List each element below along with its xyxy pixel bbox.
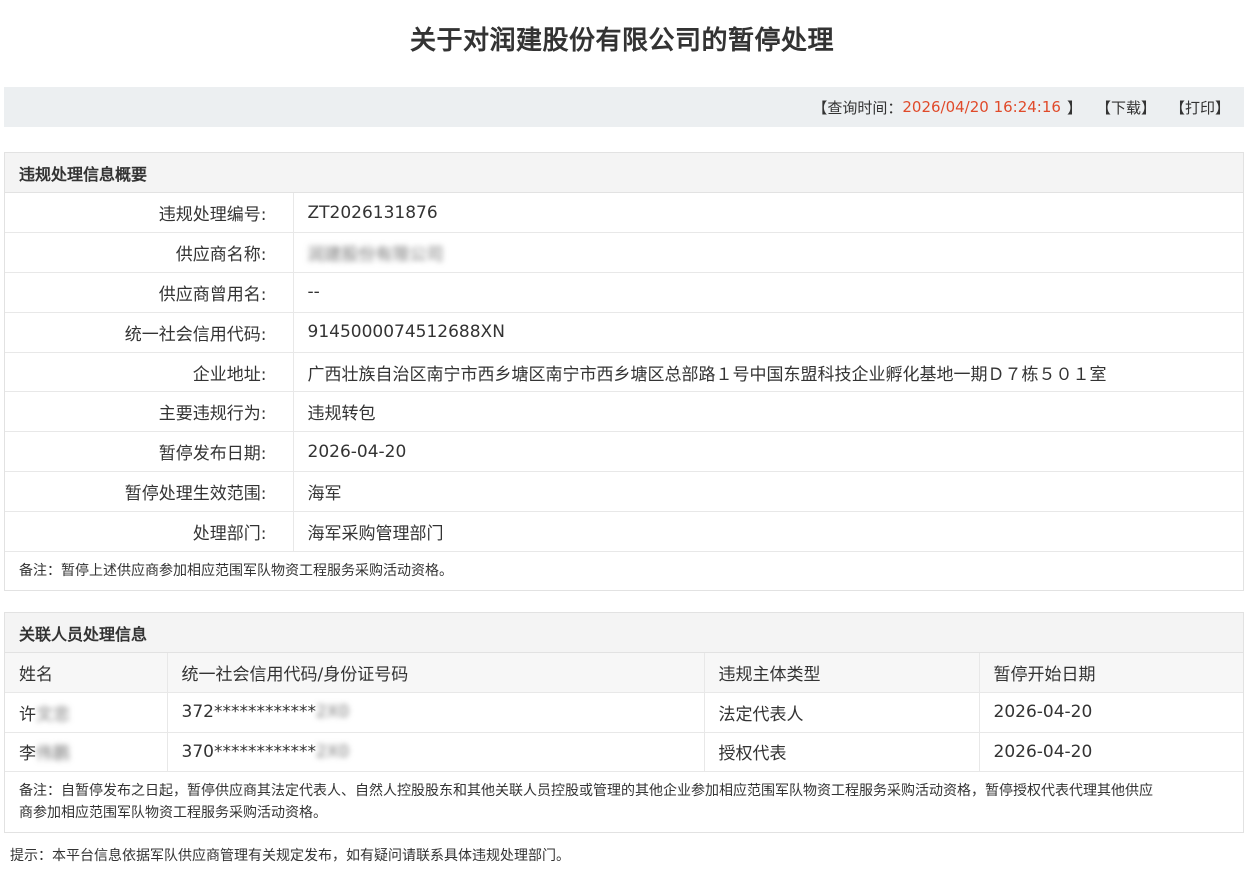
field-label: 暂停发布日期: [5,431,294,473]
field-value: 2026-04-20 [293,431,1243,473]
table-row: 违规处理编号: ZT2026131876 [5,193,1243,234]
column-header: 姓名 [5,653,168,693]
name-blurred: 伟鹏 [36,744,70,765]
column-header: 违规主体类型 [704,653,980,693]
person-id: 372************2X0 [167,692,705,733]
field-label: 暂停处理生效范围: [5,471,294,512]
field-value: 9145000074512688XN [293,312,1243,353]
person-date: 2026-04-20 [979,692,1243,733]
field-value: 润建股份有限公司 [293,232,1243,274]
person-date: 2026-04-20 [979,732,1243,772]
table-row: 暂停发布日期: 2026-04-20 [5,431,1243,473]
persons-header: 关联人员处理信息 [5,613,1243,653]
persons-table: 姓名 统一社会信用代码/身份证号码 违规主体类型 暂停开始日期 许文忠 372*… [5,653,1243,772]
table-row: 处理部门: 海军采购管理部门 [5,511,1243,552]
column-header: 暂停开始日期 [979,653,1243,693]
table-row: 李伟鹏 370************2X0 授权代表 2026-04-20 [5,732,1243,772]
persons-note: 备注：自暂停发布之日起，暂停供应商其法定代表人、自然人控股股东和其他关联人员控股… [19,783,1153,821]
table-row: 统一社会信用代码: 9145000074512688XN [5,312,1243,353]
person-type: 授权代表 [704,732,980,772]
name-blurred: 文忠 [36,704,70,725]
summary-note: 备注：暂停上述供应商参加相应范围军队物资工程服务采购活动资格。 [19,562,453,579]
footer-tip: 提示：本平台信息依据军队供应商管理有关规定发布，如有疑问请联系具体违规处理部门。 [10,848,570,864]
person-name: 李伟鹏 [5,732,168,772]
field-value: 海军采购管理部门 [293,511,1243,552]
person-name: 许文忠 [5,692,168,733]
summary-table: 违规处理编号: ZT2026131876 供应商名称: 润建股份有限公司 供应商… [5,193,1243,552]
person-id: 370************2X0 [167,732,705,772]
person-type: 法定代表人 [704,692,980,733]
table-row: 供应商名称: 润建股份有限公司 [5,232,1243,274]
field-label: 企业地址: [5,352,294,393]
field-value: 海军 [293,471,1243,512]
query-time-value: 2026/04/20 16:24:16 [902,98,1061,116]
field-label: 供应商曾用名: [5,272,294,313]
field-value: -- [293,272,1243,313]
download-link[interactable]: 【下载】 [1096,97,1156,118]
field-label: 供应商名称: [5,232,294,274]
summary-header: 违规处理信息概要 [5,153,1243,193]
summary-section: 违规处理信息概要 违规处理编号: ZT2026131876 供应商名称: 润建股… [4,152,1244,591]
query-time-label: 【查询时间： [812,98,903,117]
query-time-suffix: 】 [1066,98,1082,117]
field-value: 广西壮族自治区南宁市西乡塘区南宁市西乡塘区总部路１号中国东盟科技企业孵化基地一期… [293,352,1243,393]
column-header: 统一社会信用代码/身份证号码 [167,653,705,693]
table-row: 许文忠 372************2X0 法定代表人 2026-04-20 [5,692,1243,733]
id-blurred: 2X0 [315,741,350,762]
field-label: 违规处理编号: [5,193,294,234]
print-link[interactable]: 【打印】 [1170,97,1230,118]
persons-section: 关联人员处理信息 姓名 统一社会信用代码/身份证号码 违规主体类型 暂停开始日期… [4,612,1244,833]
supplier-name-blurred: 润建股份有限公司 [307,245,444,266]
field-label: 主要违规行为: [5,391,294,433]
field-label: 处理部门: [5,511,294,552]
field-label: 统一社会信用代码: [5,312,294,353]
table-header-row: 姓名 统一社会信用代码/身份证号码 违规主体类型 暂停开始日期 [5,653,1243,693]
id-blurred: 2X0 [315,702,350,723]
table-row: 主要违规行为: 违规转包 [5,391,1243,433]
table-row: 暂停处理生效范围: 海军 [5,471,1243,512]
field-value: 违规转包 [293,391,1243,433]
field-value: ZT2026131876 [293,193,1243,234]
page-title: 关于对润建股份有限公司的暂停处理 [409,26,834,56]
table-row: 供应商曾用名: -- [5,272,1243,313]
query-bar: 【查询时间： 2026/04/20 16:24:16 】 【下载】 【打印】 [4,87,1244,127]
table-row: 企业地址: 广西壮族自治区南宁市西乡塘区南宁市西乡塘区总部路１号中国东盟科技企业… [5,352,1243,393]
